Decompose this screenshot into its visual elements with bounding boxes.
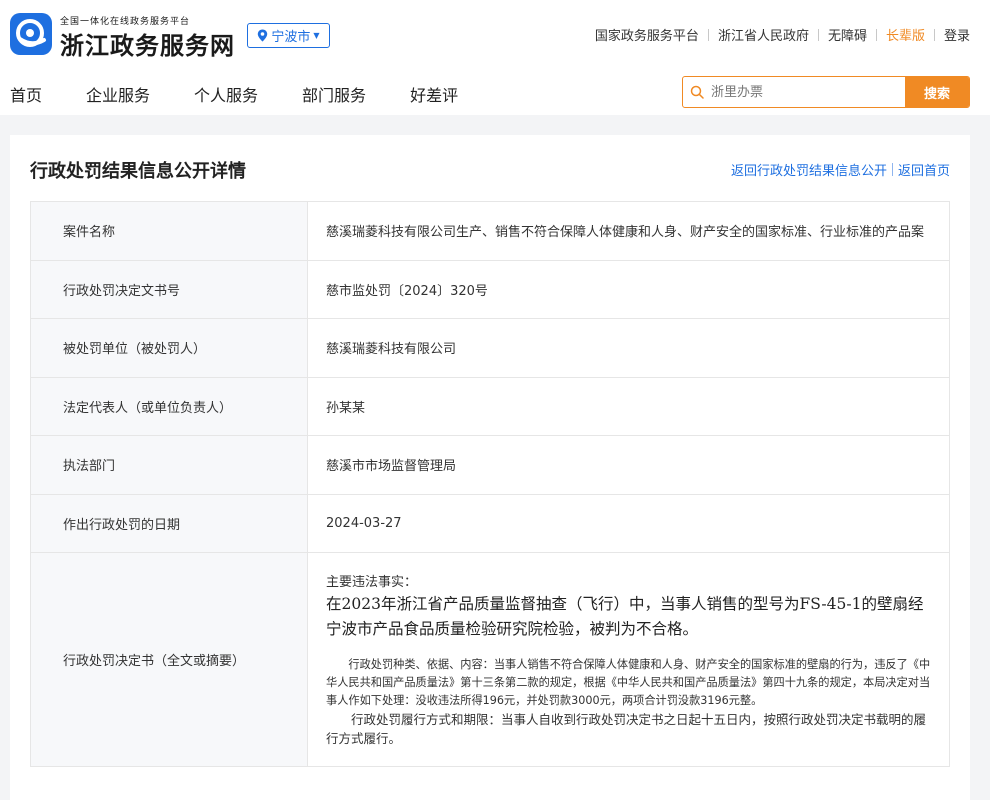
decision-content: 主要违法事实： 在2023年浙江省产品质量监督抽查（飞行）中，当事人销售的型号为… <box>307 552 950 767</box>
search-bar: 搜索 <box>682 76 970 108</box>
search-input[interactable] <box>711 77 905 107</box>
table-row: 法定代表人（或单位负责人） 孙某某 <box>30 376 950 436</box>
fact-body: 在2023年浙江省产品质量监督抽查（飞行）中，当事人销售的型号为FS-45-1的… <box>326 595 924 638</box>
nav-personal[interactable]: 个人服务 <box>194 82 258 106</box>
execution-terms: 行政处罚履行方式和期限：当事人自收到行政处罚决定书之日起十五日内，按照行政处罚决… <box>326 712 927 746</box>
row-label: 行政处罚决定文书号 <box>30 259 308 319</box>
row-value: 慈溪市市场监督管理局 <box>307 435 950 495</box>
link-national-platform[interactable]: 国家政务服务平台 <box>595 25 699 44</box>
nav-review[interactable]: 好差评 <box>410 82 458 106</box>
divider <box>891 163 893 176</box>
site-logo-icon[interactable] <box>10 13 52 55</box>
table-row: 案件名称 慈溪瑞菱科技有限公司生产、销售不符合保障人体健康和人身、财产安全的国家… <box>30 201 950 261</box>
row-label: 作出行政处罚的日期 <box>30 493 308 553</box>
row-value: 孙某某 <box>307 376 950 436</box>
back-links: 返回行政处罚结果信息公开 返回首页 <box>731 160 950 179</box>
site-name[interactable]: 浙江政务服务网 <box>60 26 235 61</box>
divider <box>875 28 877 41</box>
link-accessibility[interactable]: 无障碍 <box>828 25 867 44</box>
search-icon <box>683 77 711 107</box>
nav-department[interactable]: 部门服务 <box>302 82 366 106</box>
row-value: 慈溪瑞菱科技有限公司 <box>307 318 950 378</box>
nav-enterprise[interactable]: 企业服务 <box>86 82 150 106</box>
penalty-basis: 行政处罚种类、依据、内容：当事人销售不符合保障人体健康和人身、财产安全的国家标准… <box>326 658 931 707</box>
row-value: 慈溪瑞菱科技有限公司生产、销售不符合保障人体健康和人身、财产安全的国家标准、行业… <box>307 201 950 261</box>
row-value: 慈市监处罚〔2024〕320号 <box>307 259 950 319</box>
link-login[interactable]: 登录 <box>944 25 970 44</box>
divider <box>933 28 935 41</box>
row-label: 法定代表人（或单位负责人） <box>30 376 308 436</box>
link-back-to-home[interactable]: 返回首页 <box>898 160 950 179</box>
row-label: 被处罚单位（被处罚人） <box>30 318 308 378</box>
table-row: 行政处罚决定书（全文或摘要） 主要违法事实： 在2023年浙江省产品质量监督抽查… <box>30 552 950 767</box>
row-label: 案件名称 <box>30 201 308 261</box>
table-row: 行政处罚决定文书号 慈市监处罚〔2024〕320号 <box>30 259 950 319</box>
table-row: 执法部门 慈溪市市场监督管理局 <box>30 435 950 495</box>
page-title: 行政处罚结果信息公开详情 <box>30 161 246 182</box>
row-label: 执法部门 <box>30 435 308 495</box>
fact-heading: 主要违法事实： <box>326 575 418 590</box>
divider <box>817 28 819 41</box>
city-selector[interactable]: 宁波市 ▼ <box>247 23 330 48</box>
link-elder-mode[interactable]: 长辈版 <box>886 25 925 44</box>
search-button[interactable]: 搜索 <box>905 77 969 107</box>
city-label: 宁波市 <box>271 30 311 45</box>
divider <box>707 28 709 41</box>
main-nav: 首页 企业服务 个人服务 部门服务 好差评 <box>10 82 502 106</box>
site-header: 全国一体化在线政务服务平台 浙江政务服务网 宁波市 ▼ 国家政务服务平台 浙江省… <box>0 0 990 115</box>
link-back-to-list[interactable]: 返回行政处罚结果信息公开 <box>731 160 887 179</box>
caret-down-icon: ▼ <box>313 31 320 40</box>
location-pin-icon <box>258 29 268 42</box>
link-province-government[interactable]: 浙江省人民政府 <box>718 25 809 44</box>
top-links: 国家政务服务平台 浙江省人民政府 无障碍 长辈版 登录 <box>595 25 970 44</box>
row-label: 行政处罚决定书（全文或摘要） <box>30 552 308 767</box>
detail-panel: 行政处罚结果信息公开详情 返回行政处罚结果信息公开 返回首页 案件名称 慈溪瑞菱… <box>10 135 970 800</box>
row-value: 2024-03-27 <box>307 493 950 553</box>
table-row: 作出行政处罚的日期 2024-03-27 <box>30 493 950 553</box>
penalty-detail-table: 案件名称 慈溪瑞菱科技有限公司生产、销售不符合保障人体健康和人身、财产安全的国家… <box>30 201 950 767</box>
table-row: 被处罚单位（被处罚人） 慈溪瑞菱科技有限公司 <box>30 318 950 378</box>
nav-home[interactable]: 首页 <box>10 82 42 106</box>
